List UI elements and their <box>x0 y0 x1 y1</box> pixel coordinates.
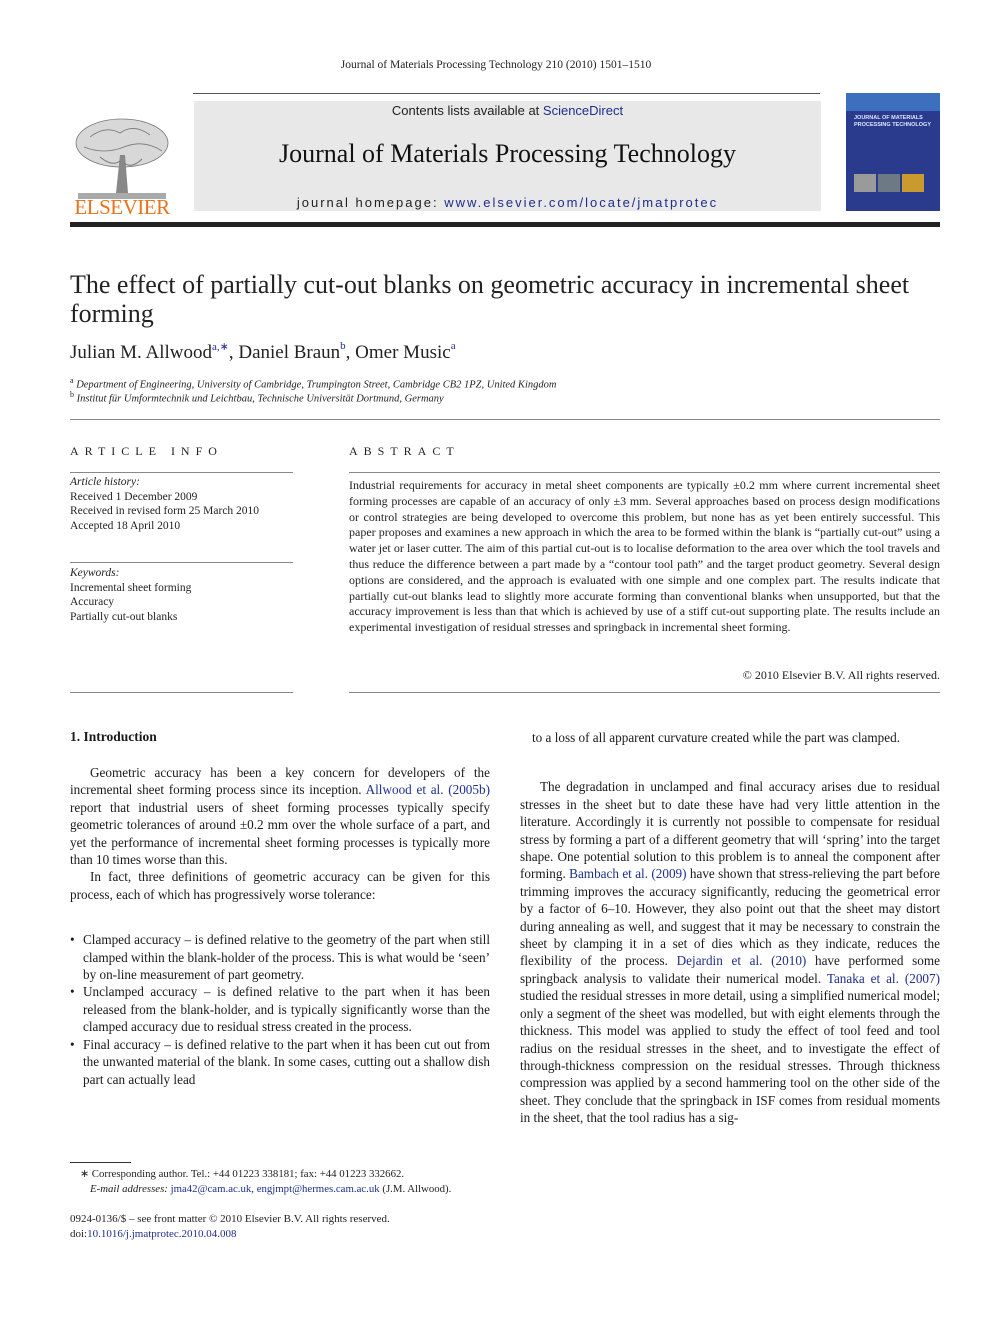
corresponding-author-note: ∗ Corresponding author. Tel.: +44 01223 … <box>70 1167 500 1182</box>
author-affil-link[interactable]: a,∗ <box>212 341 229 353</box>
history-item: Received in revised form 25 March 2010 <box>70 505 260 517</box>
history-label: Article history: <box>70 476 140 488</box>
homepage-link[interactable]: www.elsevier.com/locate/jmatprotec <box>444 195 718 210</box>
list-continuation: to a loss of all apparent curvature crea… <box>532 730 900 745</box>
abstract-heading: ABSTRACT <box>349 444 460 458</box>
cover-strip <box>846 93 940 111</box>
footnote-mark: ∗ <box>80 1168 90 1180</box>
affiliation-text: Department of Engineering, University of… <box>76 379 557 391</box>
header-thick-rule <box>70 222 940 227</box>
header-rule <box>193 93 820 94</box>
list-item: Unclamped accuracy – is defined relative… <box>70 983 490 1035</box>
email-link[interactable]: engjmpt@hermes.cam.ac.uk <box>257 1183 380 1195</box>
corresponding-text: Corresponding author. Tel.: +44 01223 33… <box>91 1168 405 1180</box>
abstract-text: Industrial requirements for accuracy in … <box>349 478 940 635</box>
affiliation: a Department of Engineering, University … <box>70 376 950 391</box>
text: report that industrial users of sheet fo… <box>70 799 490 868</box>
divider <box>70 419 940 420</box>
divider <box>70 562 293 563</box>
left-column: Geometric accuracy has been a key concer… <box>70 764 490 1088</box>
homepage-line: journal homepage: www.elsevier.com/locat… <box>194 195 821 210</box>
author-affil-link[interactable]: a <box>451 340 456 352</box>
article-info-heading: ARTICLE INFO <box>70 444 223 458</box>
author-name: Julian M. Allwood <box>70 342 212 363</box>
paragraph: The degradation in unclamped and final a… <box>520 778 940 1126</box>
running-head: Journal of Materials Processing Technolo… <box>340 59 652 71</box>
doi-line: doi:10.1016/j.jmatprotec.2010.04.008 <box>70 1227 500 1242</box>
paragraph: In fact, three definitions of geometric … <box>70 869 490 902</box>
divider <box>349 692 940 693</box>
citation-link[interactable]: Allwood et al. (2005b) <box>366 782 490 797</box>
citation-link[interactable]: Tanaka et al. (2007) <box>827 971 940 986</box>
history-item: Received 1 December 2009 <box>70 490 198 503</box>
homepage-prefix: journal homepage: <box>296 195 445 210</box>
history-item: Accepted 18 April 2010 <box>70 519 181 532</box>
section-heading: 1. Introduction <box>70 729 157 744</box>
divider <box>349 472 940 473</box>
issn-line: 0924-0136/$ – see front matter © 2010 El… <box>70 1213 390 1225</box>
page-footer: 0924-0136/$ – see front matter © 2010 El… <box>70 1212 500 1241</box>
affiliation-mark: a <box>70 376 74 385</box>
author-affil-link[interactable]: b <box>340 340 346 352</box>
citation-link[interactable]: Dejardin et al. (2010) <box>677 953 807 968</box>
paragraph: Geometric accuracy has been a key concer… <box>70 764 490 868</box>
citation-link[interactable]: Bambach et al. (2009) <box>569 866 686 881</box>
email-line: E-mail addresses: jma42@cam.ac.uk, engjm… <box>90 1182 452 1195</box>
cover-images <box>854 174 934 194</box>
text: studied the residual stresses in more de… <box>520 988 940 1126</box>
author-list: Julian M. Allwooda,∗, Daniel Braunb, Ome… <box>70 340 456 363</box>
footnote: ∗ Corresponding author. Tel.: +44 01223 … <box>70 1167 500 1196</box>
journal-banner: Contents lists available at ScienceDirec… <box>194 101 821 211</box>
article-history: Article history: Received 1 December 200… <box>70 475 293 533</box>
abstract-copyright: © 2010 Elsevier B.V. All rights reserved… <box>742 668 940 682</box>
article-title: The effect of partially cut-out blanks o… <box>70 270 910 328</box>
footnote-rule <box>70 1162 131 1163</box>
journal-title: Journal of Materials Processing Technolo… <box>279 139 736 168</box>
email-label: E-mail addresses: <box>90 1182 168 1195</box>
list-item: Clamped accuracy – is defined relative t… <box>70 931 490 983</box>
author-name: Daniel Braun <box>238 342 341 363</box>
email-suffix: (J.M. Allwood). <box>382 1182 452 1195</box>
list-item: Final accuracy – is defined relative to … <box>70 1036 490 1088</box>
divider <box>70 472 293 473</box>
doi-link[interactable]: 10.1016/j.jmatprotec.2010.04.008 <box>87 1228 236 1240</box>
journal-cover-image[interactable]: JOURNAL OF MATERIALS PROCESSING TECHNOLO… <box>846 93 940 211</box>
keyword: Incremental sheet forming <box>70 581 192 594</box>
cover-title: JOURNAL OF MATERIALS PROCESSING TECHNOLO… <box>854 115 932 128</box>
email-link[interactable]: jma42@cam.ac.uk <box>171 1183 252 1195</box>
keyword: Accuracy <box>70 596 115 608</box>
contents-prefix: Contents lists available at <box>391 103 543 118</box>
affiliation: b Institut für Umformtechnik und Leichtb… <box>70 390 950 405</box>
keywords-label: Keywords: <box>70 567 120 579</box>
divider <box>70 692 293 693</box>
author-name: Omer Music <box>355 342 451 363</box>
affiliation-text: Institut für Umformtechnik und Leichtbau… <box>76 393 444 405</box>
contents-line: Contents lists available at ScienceDirec… <box>194 103 821 118</box>
elsevier-logo-text: ELSEVIER <box>74 195 170 219</box>
right-column: to a loss of all apparent curvature crea… <box>520 729 940 1127</box>
sciencedirect-link[interactable]: ScienceDirect <box>543 103 623 118</box>
keywords: Keywords: Incremental sheet forming Accu… <box>70 566 293 624</box>
doi-prefix: doi: <box>70 1227 88 1240</box>
affiliation-mark: b <box>70 390 74 399</box>
accuracy-definitions-list: Clamped accuracy – is defined relative t… <box>70 931 490 1088</box>
keyword: Partially cut-out blanks <box>70 610 178 623</box>
